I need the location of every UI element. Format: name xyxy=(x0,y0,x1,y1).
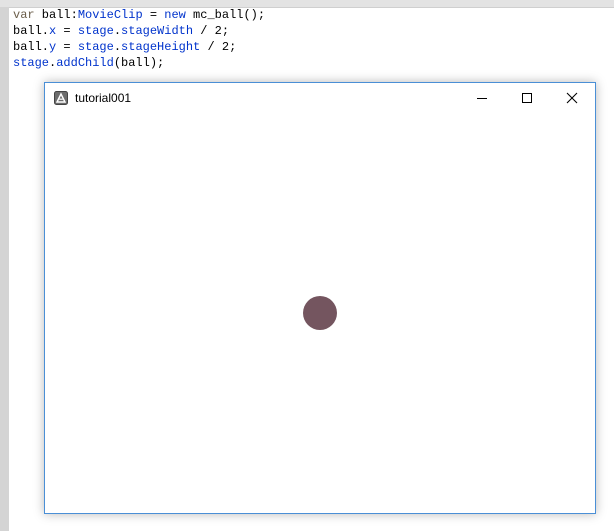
minimize-button[interactable] xyxy=(459,83,504,113)
code-line: stage.addChild(ball); xyxy=(13,55,265,71)
code-token: . xyxy=(113,40,122,54)
code-token: ball. xyxy=(13,40,50,54)
code-token: . xyxy=(113,24,122,38)
flash-stage[interactable] xyxy=(45,113,595,513)
code-token: stageHeight xyxy=(121,40,201,54)
code-token: addChild xyxy=(56,56,114,70)
code-token: mc_ball(); xyxy=(185,8,266,22)
maximize-button[interactable] xyxy=(504,83,549,113)
minimize-icon xyxy=(476,98,487,99)
code-token: / 2; xyxy=(200,40,237,54)
code-token: stageWidth xyxy=(121,24,194,38)
close-button[interactable] xyxy=(549,83,594,113)
code-token: ball: xyxy=(34,8,78,22)
code-line: ball.x = stage.stageWidth / 2; xyxy=(13,23,265,39)
code-token: stage xyxy=(77,40,114,54)
code-line: var ball:MovieClip = new mc_ball(); xyxy=(13,7,265,23)
code-token: new xyxy=(164,8,186,22)
code-token: / 2; xyxy=(193,24,230,38)
code-token: stage xyxy=(13,56,50,70)
code-token: (ball); xyxy=(113,56,165,70)
app-window: tutorial001 xyxy=(44,82,596,514)
code-line: ball.y = stage.stageHeight / 2; xyxy=(13,39,265,55)
code-editor[interactable]: var ball:MovieClip = new mc_ball(); ball.… xyxy=(13,7,265,71)
maximize-icon xyxy=(521,93,532,103)
code-token: ball. xyxy=(13,24,50,38)
window-title: tutorial001 xyxy=(75,91,132,105)
app-icon xyxy=(54,91,68,105)
code-token: var xyxy=(13,8,35,22)
title-bar[interactable]: tutorial001 xyxy=(45,83,595,113)
code-token: = xyxy=(56,24,78,38)
code-token: = xyxy=(56,40,78,54)
code-token: MovieClip xyxy=(77,8,143,22)
ball xyxy=(303,296,337,330)
close-icon xyxy=(566,92,577,104)
code-token: stage xyxy=(77,24,114,38)
code-token: = xyxy=(142,8,165,22)
editor-gutter xyxy=(0,7,9,531)
